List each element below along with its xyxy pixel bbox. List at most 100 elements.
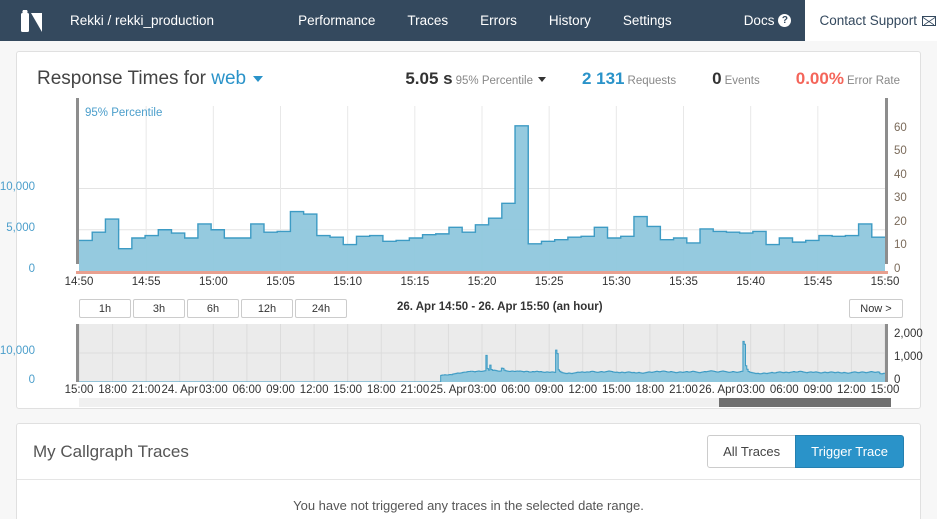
chart-x-tick: 14:55: [131, 276, 161, 288]
chart-y-tick-right: 30: [894, 192, 907, 205]
mini-chart-x-tick: 15:00: [64, 384, 94, 396]
range-button-24h[interactable]: 24h: [295, 299, 347, 318]
top-navigation-bar: Rekki / rekki_production Performance Tra…: [0, 0, 937, 41]
mini-chart-x-tick: 15:00: [333, 384, 363, 396]
time-range-controls: 1h 3h 6h 12h 24h 26. Apr 14:50 - 26. Apr 15:…: [79, 299, 904, 320]
chart-y-tick-right: 50: [894, 145, 907, 158]
chart-x-tick: 15:45: [803, 276, 833, 288]
chart-x-tick: 15:00: [198, 276, 228, 288]
stat-events: 0 Events: [712, 69, 760, 89]
mini-chart-plot-area[interactable]: [79, 324, 885, 382]
mini-chart-x-tick: 25. Apr: [430, 384, 467, 396]
mini-chart-x-tick: 03:00: [736, 384, 766, 396]
range-button-3h[interactable]: 3h: [133, 299, 185, 318]
stats-summary: 5.05 s 95% Percentile 2 131 Requests 0 Even…: [369, 69, 900, 89]
range-button-1h[interactable]: 1h: [79, 299, 131, 318]
mini-chart-x-tick: 12:00: [299, 384, 329, 396]
traces-header: My Callgraph Traces All Traces Trigger T…: [17, 424, 920, 480]
chart-y-tick-left: 0: [28, 263, 35, 275]
mini-chart-y-tick-right: 2,000: [894, 327, 923, 340]
mini-chart-x-tick: 06:00: [769, 384, 799, 396]
nav-contact-support[interactable]: Contact Support: [805, 0, 937, 41]
scrollbar-thumb[interactable]: [719, 398, 891, 407]
chart-header: Response Times for web 5.05 s 95% Percent…: [17, 52, 920, 94]
nav-docs[interactable]: Docs ?: [730, 0, 806, 41]
chart-x-tick: 15:05: [266, 276, 295, 288]
nav-errors[interactable]: Errors: [464, 0, 533, 41]
app-logo[interactable]: [0, 0, 62, 41]
stat-error-rate-label: Error Rate: [846, 75, 900, 87]
stat-percentile-value: 5.05 s: [405, 69, 453, 88]
nav-performance[interactable]: Performance: [282, 0, 391, 41]
chart-y-tick-right: 40: [894, 168, 907, 181]
mini-chart-x-tick: 21:00: [669, 384, 698, 396]
stat-error-rate-value: 0.00%: [795, 69, 844, 88]
horizontal-scrollbar[interactable]: [79, 398, 891, 407]
chart-series-area: [79, 106, 885, 271]
stat-events-value: 0: [712, 69, 722, 88]
service-selector[interactable]: web: [211, 68, 246, 89]
stat-percentile-label: 95% Percentile: [455, 75, 533, 87]
mini-chart-x-tick: 03:00: [198, 384, 228, 396]
mini-chart-y-tick-left: 0: [28, 374, 35, 386]
nav-settings[interactable]: Settings: [607, 0, 688, 41]
mini-chart-x-tick: 24. Apr: [161, 384, 198, 396]
mini-chart-series-area: [79, 324, 885, 382]
mini-chart-x-tick: 09:00: [534, 384, 564, 396]
chart-y-tick-left: 5,000: [6, 221, 35, 234]
chart-legend: 95% Percentile: [85, 107, 163, 119]
mini-chart-x-tick: 18:00: [98, 384, 127, 396]
nav-docs-label: Docs: [743, 13, 775, 28]
stat-percentile[interactable]: 5.05 s 95% Percentile: [405, 69, 546, 89]
chart-x-tick: 15:35: [669, 276, 698, 288]
chart-x-tick: 15:30: [601, 276, 631, 288]
range-button-6h[interactable]: 6h: [187, 299, 239, 318]
chart-title-prefix: Response Times for: [37, 68, 206, 89]
mini-chart-x-tick: 09:00: [266, 384, 295, 396]
mini-chart-x-tick: 15:00: [601, 384, 631, 396]
mini-chart-x-tick: 18:00: [635, 384, 665, 396]
mini-chart-x-tick: 09:00: [803, 384, 833, 396]
page-title: Response Times for web: [37, 68, 264, 90]
chart-x-tick: 15:15: [400, 276, 430, 288]
callgraph-traces-panel: My Callgraph Traces All Traces Trigger T…: [16, 423, 921, 519]
response-times-panel: Response Times for web 5.05 s 95% Percent…: [0, 51, 923, 409]
stat-requests: 2 131 Requests: [582, 69, 676, 89]
traces-title: My Callgraph Traces: [33, 441, 189, 461]
envelope-icon: [922, 15, 937, 26]
chevron-down-icon[interactable]: [253, 76, 264, 82]
chart-overview-selector[interactable]: 0 10,000 0 1,000 2,000 15:00 18:00 21:00 24. A…: [0, 322, 923, 407]
traces-empty-message: You have not triggered any traces in the…: [293, 498, 644, 513]
chart-x-tick: 15:50: [870, 276, 900, 288]
mini-chart-y-tick-left: 10,000: [0, 345, 35, 357]
breadcrumb-project[interactable]: Rekki / rekki_production: [62, 0, 240, 41]
chart-x-tick: 15:25: [534, 276, 564, 288]
chart-x-axis: [76, 271, 888, 274]
stat-requests-value: 2 131: [581, 69, 625, 88]
all-traces-button[interactable]: All Traces: [707, 435, 797, 468]
mini-chart-x-tick: 06:00: [501, 384, 530, 396]
chart-y-tick-right: 10: [894, 239, 907, 252]
chart-x-tick: 15:20: [467, 276, 497, 288]
time-range-label: 26. Apr 14:50 - 26. Apr 15:50 (an hour): [397, 301, 603, 313]
nav-history[interactable]: History: [533, 0, 607, 41]
mini-chart-y-axis-right: [885, 324, 888, 382]
chart-plot-area[interactable]: 95% Percentile: [79, 106, 885, 271]
mini-chart-x-tick: 21:00: [131, 384, 161, 396]
nav-contact-support-label: Contact Support: [819, 13, 918, 28]
nav-traces[interactable]: Traces: [391, 0, 464, 41]
now-button[interactable]: Now >: [849, 299, 903, 318]
mini-chart-x-tick: 03:00: [467, 384, 497, 396]
range-button-12h[interactable]: 12h: [241, 299, 293, 318]
response-time-chart[interactable]: 95% Percentile 0 5,000 10,000 0 10 20 30 40 50 6…: [0, 98, 920, 298]
chevron-down-icon[interactable]: [537, 77, 546, 82]
mini-chart-x-tick: 15:00: [870, 384, 900, 396]
chart-y-tick-right: 60: [894, 121, 907, 134]
stat-error-rate: 0.00% Error Rate: [796, 69, 900, 89]
mini-chart-x-tick: 06:00: [232, 384, 262, 396]
mini-chart-x-tick: 21:00: [400, 384, 430, 396]
mini-chart-x-tick: 12:00: [837, 384, 866, 396]
trigger-trace-button[interactable]: Trigger Trace: [795, 435, 904, 468]
question-mark-icon: ?: [778, 14, 792, 27]
chart-y-tick-left: 10,000: [0, 180, 35, 193]
